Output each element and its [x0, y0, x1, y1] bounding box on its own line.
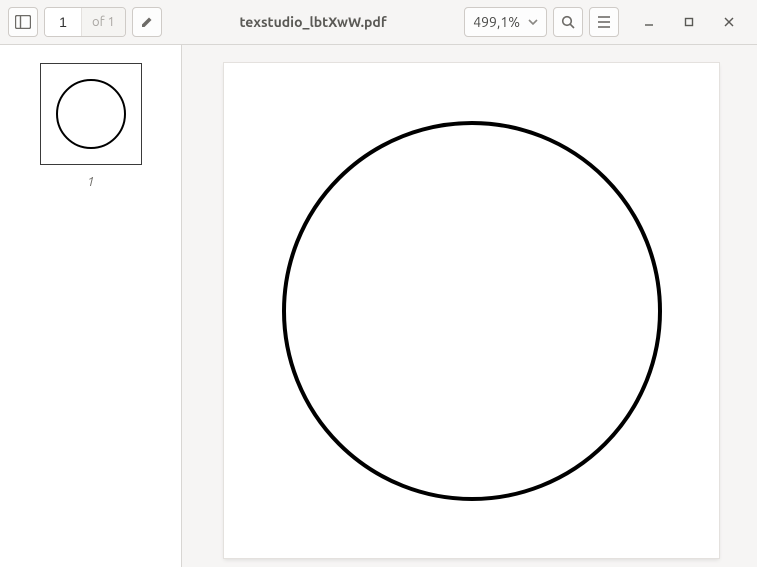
- close-button[interactable]: [709, 7, 749, 37]
- hamburger-icon: [597, 16, 611, 28]
- page-circle-graphic: [282, 121, 662, 501]
- page-thumbnail[interactable]: [40, 63, 142, 165]
- pdf-page: [224, 63, 719, 558]
- minimize-button[interactable]: [629, 7, 669, 37]
- thumbnail-circle-graphic: [56, 79, 126, 149]
- close-icon: [724, 17, 734, 27]
- menu-button[interactable]: [589, 7, 619, 37]
- thumbnail-page-number: 1: [87, 175, 94, 189]
- annotate-button[interactable]: [132, 7, 162, 37]
- pencil-icon: [140, 15, 154, 29]
- minimize-icon: [644, 17, 654, 27]
- zoom-value: 499,1%: [473, 14, 520, 30]
- page-total-label: of 1: [81, 8, 125, 36]
- document-viewer[interactable]: [182, 45, 757, 567]
- thumbnail-sidebar: 1: [0, 45, 182, 567]
- search-button[interactable]: [553, 7, 583, 37]
- page-selector: of 1: [44, 7, 126, 37]
- toggle-sidebar-button[interactable]: [8, 7, 38, 37]
- search-icon: [561, 15, 576, 30]
- maximize-button[interactable]: [669, 7, 709, 37]
- content-area: 1: [0, 45, 757, 567]
- sidebar-icon: [15, 15, 31, 29]
- zoom-dropdown[interactable]: 499,1%: [464, 7, 547, 37]
- toolbar: of 1 texstudio_lbtXwW.pdf 499,1%: [0, 0, 757, 45]
- maximize-icon: [684, 17, 694, 27]
- document-title: texstudio_lbtXwW.pdf: [168, 14, 458, 30]
- page-number-input[interactable]: [45, 8, 81, 36]
- window-controls: [629, 7, 749, 37]
- chevron-down-icon: [528, 19, 538, 25]
